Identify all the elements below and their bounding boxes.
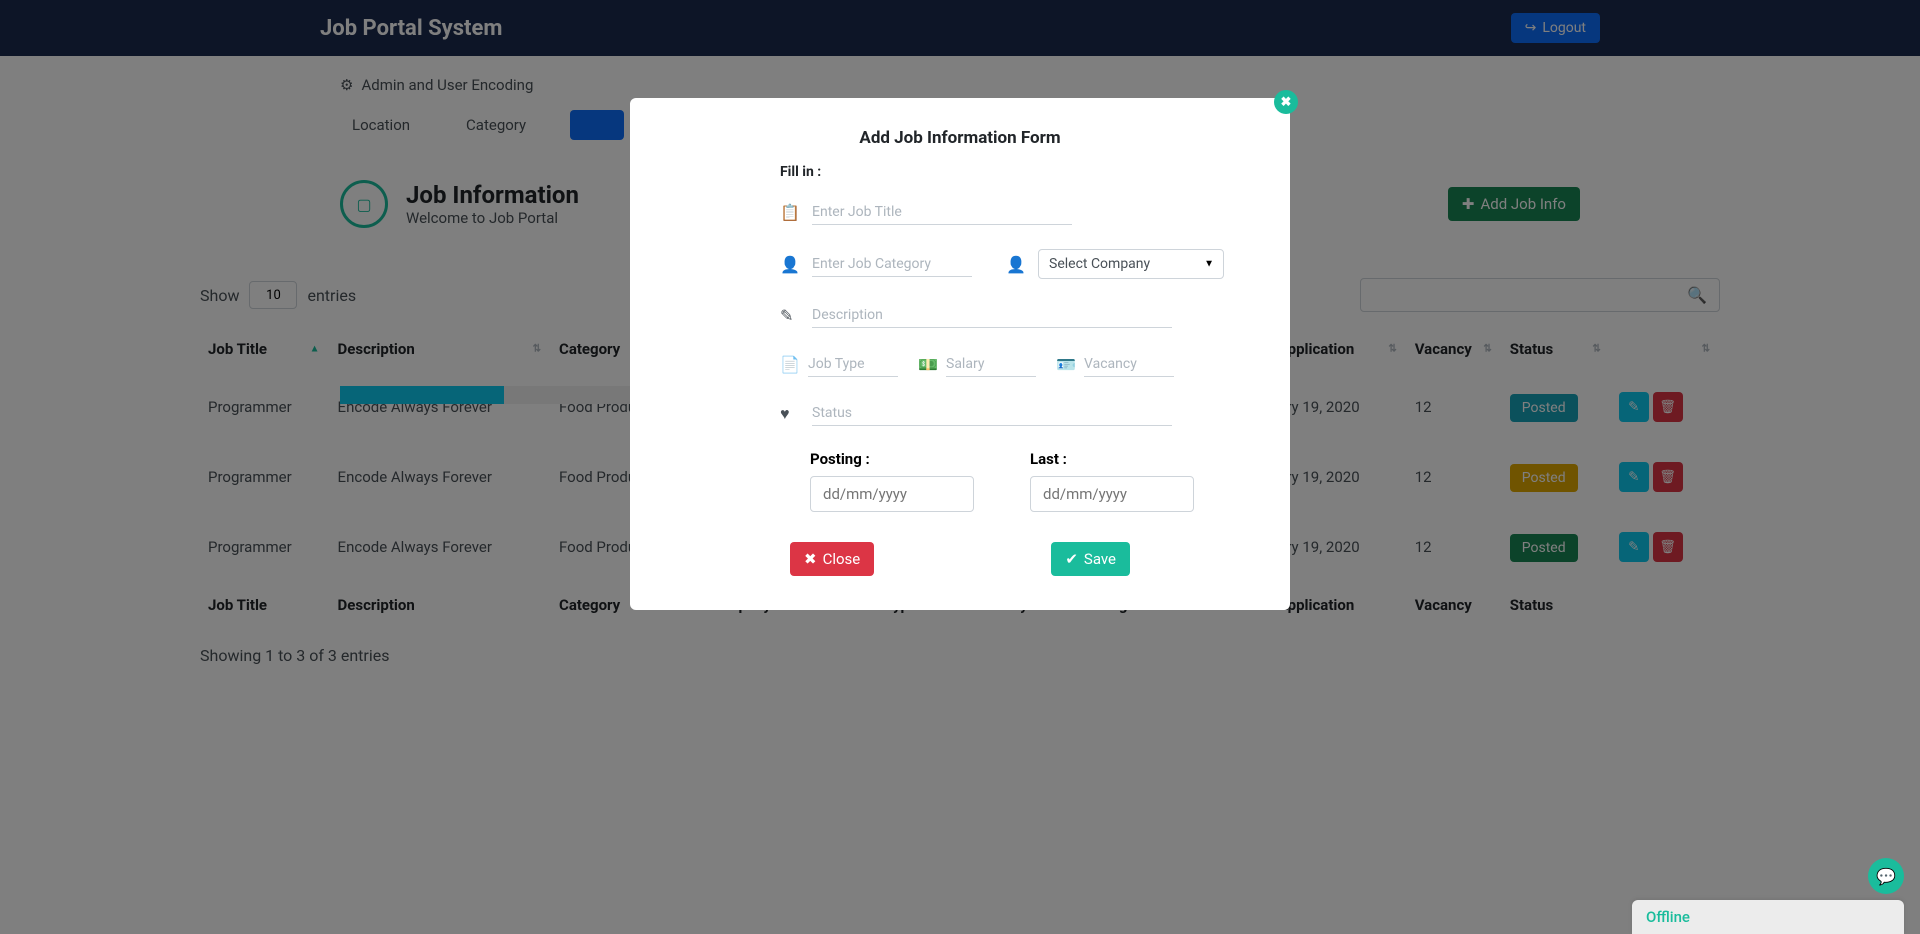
description-input[interactable] bbox=[812, 303, 1172, 328]
heart-icon: ♥ bbox=[780, 404, 798, 424]
edit-icon: ✎ bbox=[780, 306, 798, 325]
save-label: Save bbox=[1084, 550, 1116, 568]
company-select[interactable]: Select Company bbox=[1038, 249, 1224, 279]
offline-label: Offline bbox=[1646, 908, 1690, 926]
job-type-input[interactable] bbox=[808, 352, 898, 377]
job-title-input[interactable] bbox=[812, 200, 1072, 225]
last-date-input[interactable] bbox=[1030, 476, 1194, 512]
modal-title: Add Job Information Form bbox=[670, 128, 1250, 148]
save-button[interactable]: ✔ Save bbox=[1051, 542, 1130, 576]
copy-icon: 📄 bbox=[780, 355, 798, 374]
chat-bubble-icon[interactable]: 💬 bbox=[1868, 858, 1904, 894]
close-label: Close bbox=[823, 550, 861, 568]
check-icon: ✔ bbox=[1065, 550, 1078, 568]
job-category-input[interactable] bbox=[812, 252, 972, 277]
id-icon: 🪪 bbox=[1056, 355, 1074, 374]
add-job-modal: ✖ Add Job Information Form Fill in : 📋 👤… bbox=[630, 98, 1290, 610]
close-icon: ✖ bbox=[1281, 95, 1292, 110]
salary-input[interactable] bbox=[946, 352, 1036, 377]
person-icon-2: 👤 bbox=[1006, 255, 1024, 274]
money-icon: 💵 bbox=[918, 355, 936, 374]
posting-label: Posting : bbox=[810, 450, 974, 468]
offline-widget[interactable]: Offline bbox=[1632, 900, 1904, 934]
modal-subtitle: Fill in : bbox=[780, 164, 1250, 180]
last-label: Last : bbox=[1030, 450, 1194, 468]
clipboard-icon: 📋 bbox=[780, 203, 798, 222]
posting-date-input[interactable] bbox=[810, 476, 974, 512]
person-icon: 👤 bbox=[780, 255, 798, 274]
x-icon: ✖ bbox=[804, 550, 817, 568]
modal-close-button[interactable]: ✖ bbox=[1274, 90, 1298, 114]
close-button[interactable]: ✖ Close bbox=[790, 542, 874, 576]
status-input[interactable] bbox=[812, 401, 1172, 426]
vacancy-input[interactable] bbox=[1084, 352, 1174, 377]
